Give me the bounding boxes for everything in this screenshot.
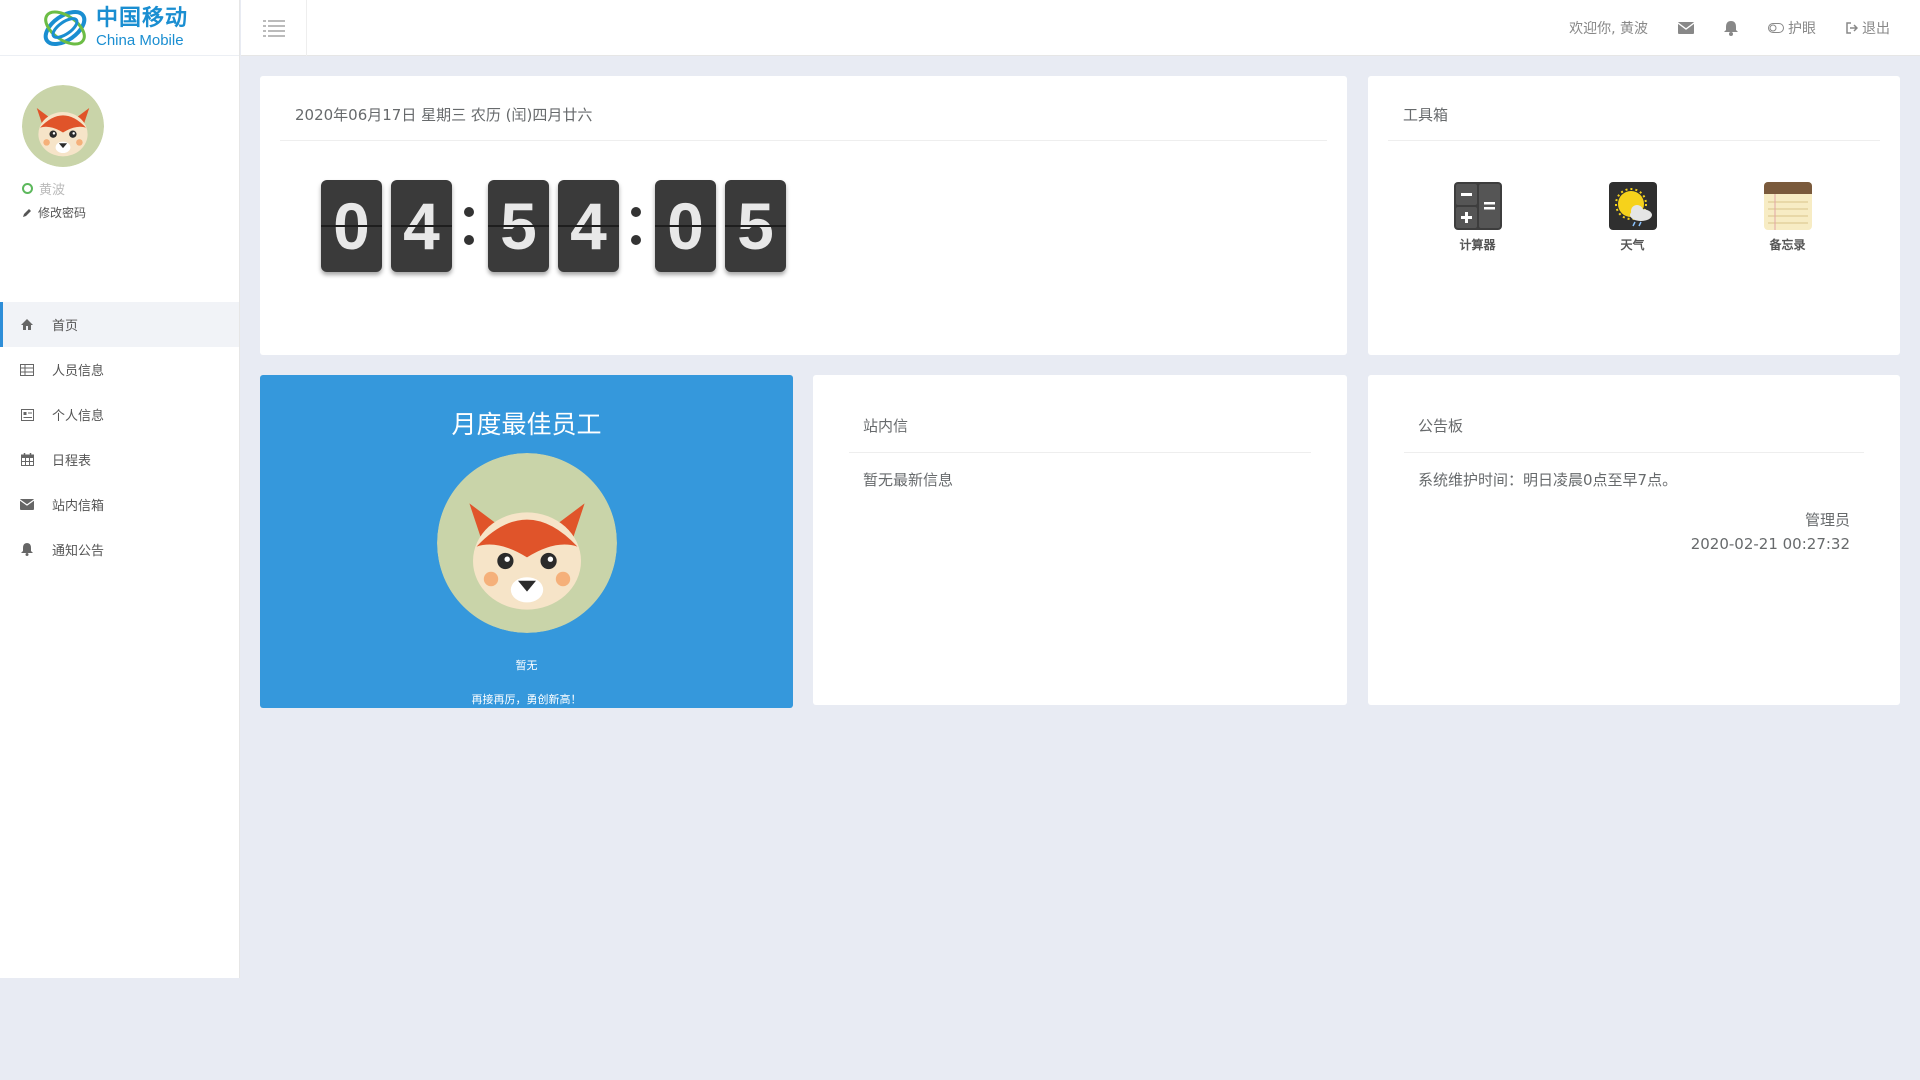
employee-slogan: 再接再厉，勇创新高！ [471,693,582,706]
employee-card-title: 月度最佳员工 [451,410,602,439]
user-name: 黄波 [39,183,66,198]
sidebar: 中国移动 China Mobile 黄波 修改密码 首页 人员信息 个人信息 日… [0,0,240,978]
tool-weather[interactable]: 天气 [1555,180,1710,253]
weather-icon [1608,182,1657,230]
fox-avatar-icon [437,453,617,633]
clock-digit-minute-tens: 5 [488,180,549,272]
envelope-icon [1678,22,1694,34]
messages-title: 站内信 [863,417,909,435]
notice-time: 2020-02-21 00:27:32 [1690,535,1850,553]
eye-care-button[interactable]: 护眼 [1768,18,1816,38]
tool-label: 计算器 [1459,238,1496,252]
sidebar-item-label: 通知公告 [52,544,105,559]
notifications-button[interactable] [1724,20,1738,36]
sidebar-item-personal-info[interactable]: 个人信息 [0,392,239,437]
clock-digit-minute-ones: 4 [558,180,619,272]
flip-clock: 0 4 5 4 0 5 [321,180,795,272]
brand-text: 中国移动 China Mobile [96,5,189,49]
logo[interactable]: 中国移动 China Mobile [0,0,239,56]
user-status: 黄波 [22,179,239,198]
logout-label: 退出 [1862,21,1890,37]
pencil-icon [23,208,31,217]
tool-label: 备忘录 [1769,238,1806,252]
topbar-actions: 欢迎你, 黄波 护眼 退出 [1569,0,1890,56]
calculator-icon [1453,182,1502,230]
sign-out-icon [1846,22,1858,34]
divider [1388,140,1880,141]
tool-notepad[interactable]: 备忘录 [1710,180,1865,253]
eye-care-label: 护眼 [1788,21,1816,37]
employee-name: 暂无 [515,659,538,672]
clock-separator [626,207,646,245]
notice-author: 管理员 [1804,511,1850,529]
sidebar-item-schedule[interactable]: 日程表 [0,437,239,482]
toggle-icon [1768,23,1784,33]
logout-button[interactable]: 退出 [1846,18,1890,38]
divider [849,452,1311,453]
table-icon [20,363,34,377]
bell-icon [20,543,34,557]
notice-text: 系统维护时间：明日凌晨0点至早7点。 [1418,471,1678,489]
toolbox-title: 工具箱 [1403,106,1449,124]
sidebar-item-staff-info[interactable]: 人员信息 [0,347,239,392]
id-card-icon [20,408,34,422]
divider [1404,452,1864,453]
tool-list: 计算器 天气 备忘录 [1368,180,1900,253]
change-password-link[interactable]: 修改密码 [22,204,239,221]
date-text: 2020年06月17日 星期三 农历 (闰)四月廿六 [295,106,593,124]
fox-avatar-icon [22,85,104,167]
china-mobile-logo-icon [43,9,87,46]
sidebar-item-mailbox[interactable]: 站内信箱 [0,482,239,527]
sidebar-item-label: 站内信箱 [52,499,105,514]
sidebar-item-notices[interactable]: 通知公告 [0,527,239,572]
clock-separator [459,207,479,245]
avatar[interactable] [22,85,104,167]
bell-icon [1724,20,1738,36]
sidebar-item-label: 首页 [52,319,79,334]
change-password-label: 修改密码 [38,206,87,220]
employee-of-month-card: 月度最佳员工 暂无 再接再厉，勇创新高！ [260,375,793,708]
sidebar-item-home[interactable]: 首页 [0,302,239,347]
home-icon [20,318,34,332]
messages-card: 站内信 暂无最新信息 [813,375,1347,705]
user-profile: 黄波 修改密码 [0,56,239,246]
tool-label: 天气 [1620,238,1645,252]
brand-name-cn: 中国移动 [96,5,189,31]
notice-board-card: 公告板 系统维护时间：明日凌晨0点至早7点。 管理员 2020-02-21 00… [1368,375,1900,705]
employee-avatar [437,453,617,633]
sidebar-item-label: 日程表 [52,454,92,469]
tool-calculator[interactable]: 计算器 [1400,180,1555,253]
sidebar-toggle-button[interactable] [241,0,307,56]
notepad-icon [1763,182,1812,230]
clock-digit-hour-ones: 4 [391,180,452,272]
divider [280,140,1327,141]
sidebar-item-label: 人员信息 [52,364,105,379]
toolbox-card: 工具箱 计算器 天气 备忘录 [1368,76,1900,355]
messages-empty-text: 暂无最新信息 [863,471,954,489]
clock-digit-hour-tens: 0 [321,180,382,272]
calendar-icon [20,453,34,467]
date-clock-card: 2020年06月17日 星期三 农历 (闰)四月廿六 0 4 5 4 0 5 [260,76,1347,355]
sidebar-item-label: 个人信息 [52,409,105,424]
clock-digit-second-ones: 5 [725,180,786,272]
clock-digit-second-tens: 0 [655,180,716,272]
top-navbar: 欢迎你, 黄波 护眼 退出 [241,0,1920,56]
online-status-icon [22,183,33,194]
notice-title: 公告板 [1418,417,1464,435]
sidebar-menu: 首页 人员信息 个人信息 日程表 站内信箱 通知公告 [0,302,239,572]
list-icon [262,20,285,37]
brand-name-en: China Mobile [96,31,184,49]
welcome-text: 欢迎你, 黄波 [1569,21,1648,37]
envelope-icon [20,498,34,512]
mail-button[interactable] [1678,22,1694,34]
